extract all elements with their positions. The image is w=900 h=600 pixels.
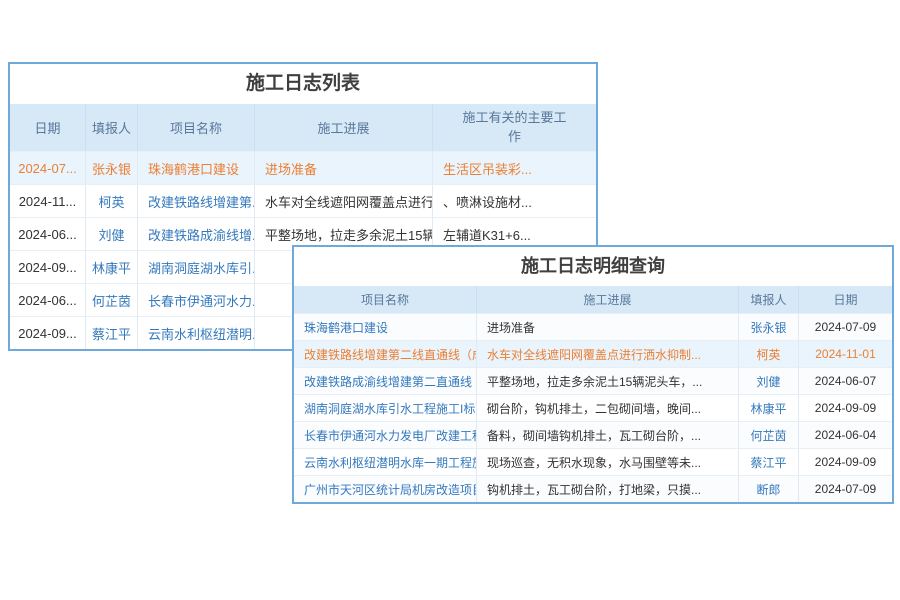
reporter-link[interactable]: 柯英 — [739, 341, 799, 367]
cell-progress: 钩机排土，瓦工砌台阶，打地梁，只摸... — [477, 476, 739, 502]
header-main-work: 施工有关的主要工作 — [433, 104, 596, 151]
log-list-header-row: 日期 填报人 项目名称 施工进展 施工有关的主要工作 — [10, 104, 596, 151]
cell-date: 2024-06... — [10, 218, 86, 250]
cell-date: 2024-09... — [10, 251, 86, 283]
cell-date: 2024-06... — [10, 284, 86, 316]
table-row[interactable]: 广州市天河区统计局机房改造项目 钩机排土，瓦工砌台阶，打地梁，只摸... 断郎 … — [294, 475, 892, 502]
table-row[interactable]: 云南水利枢纽潜明水库一期工程施工I标 现场巡查，无积水现象，水马围壁等未... … — [294, 448, 892, 475]
project-link[interactable]: 长春市伊通河水力发电厂改建工程 — [294, 422, 477, 448]
project-link[interactable]: 广州市天河区统计局机房改造项目 — [294, 476, 477, 502]
cell-progress: 现场巡查，无积水现象，水马围壁等未... — [477, 449, 739, 475]
project-link[interactable]: 珠海鹤港口建设 — [294, 314, 477, 340]
header-date: 日期 — [799, 286, 892, 313]
cell-date: 2024-06-04 — [799, 422, 892, 448]
reporter-link[interactable]: 刘健 — [739, 368, 799, 394]
cell-progress: 水车对全线遮阳网覆盖点进行洒... — [255, 185, 433, 217]
cell-date: 2024-11... — [10, 185, 86, 217]
header-reporter: 填报人 — [739, 286, 799, 313]
header-date: 日期 — [10, 104, 86, 151]
cell-main-work: 生活区吊装彩... — [433, 152, 596, 184]
reporter-link[interactable]: 林康平 — [739, 395, 799, 421]
cell-progress: 平整场地，拉走多余泥土15辆泥头车，... — [477, 368, 739, 394]
project-link[interactable]: 改建铁路线增建第二线直通线（成都-西 — [294, 341, 477, 367]
project-link[interactable]: 改建铁路线增建第... — [138, 185, 255, 217]
cell-progress: 进场准备 — [255, 152, 433, 184]
cell-progress: 进场准备 — [477, 314, 739, 340]
cell-date: 2024-06-07 — [799, 368, 892, 394]
header-reporter: 填报人 — [86, 104, 138, 151]
table-row[interactable]: 2024-11... 柯英 改建铁路线增建第... 水车对全线遮阳网覆盖点进行洒… — [10, 184, 596, 217]
project-link[interactable]: 云南水利枢纽潜明... — [138, 317, 255, 349]
cell-date: 2024-07-09 — [799, 476, 892, 502]
header-project: 项目名称 — [294, 286, 477, 313]
reporter-link[interactable]: 何芷茵 — [86, 284, 138, 316]
cell-date: 2024-09... — [10, 317, 86, 349]
cell-date: 2024-11-01 — [799, 341, 892, 367]
reporter-link[interactable]: 林康平 — [86, 251, 138, 283]
header-progress: 施工进展 — [255, 104, 433, 151]
cell-progress: 水车对全线遮阳网覆盖点进行洒水抑制... — [477, 341, 739, 367]
cell-progress: 砌台阶，钩机排土，二包砌间墙，晚间... — [477, 395, 739, 421]
cell-date: 2024-07... — [10, 152, 86, 184]
reporter-link[interactable]: 张永银 — [739, 314, 799, 340]
reporter-link[interactable]: 何芷茵 — [739, 422, 799, 448]
table-row[interactable]: 改建铁路线增建第二线直通线（成都-西 水车对全线遮阳网覆盖点进行洒水抑制... … — [294, 340, 892, 367]
reporter-link[interactable]: 张永银 — [86, 152, 138, 184]
cell-date: 2024-09-09 — [799, 449, 892, 475]
project-link[interactable]: 改建铁路成渝线增建第二直通线（成渝 — [294, 368, 477, 394]
cell-main-work: 、喷淋设施材... — [433, 185, 596, 217]
header-project: 项目名称 — [138, 104, 255, 151]
table-row[interactable]: 湖南洞庭湖水库引水工程施工I标 砌台阶，钩机排土，二包砌间墙，晚间... 林康平… — [294, 394, 892, 421]
project-link[interactable]: 湖南洞庭湖水库引... — [138, 251, 255, 283]
construction-log-detail-panel: 施工日志明细查询 项目名称 施工进展 填报人 日期 珠海鹤港口建设 进场准备 张… — [292, 245, 894, 504]
reporter-link[interactable]: 柯英 — [86, 185, 138, 217]
table-row[interactable]: 珠海鹤港口建设 进场准备 张永银 2024-07-09 — [294, 313, 892, 340]
project-link[interactable]: 改建铁路成渝线增... — [138, 218, 255, 250]
table-row[interactable]: 改建铁路成渝线增建第二直通线（成渝 平整场地，拉走多余泥土15辆泥头车，... … — [294, 367, 892, 394]
project-link[interactable]: 长春市伊通河水力... — [138, 284, 255, 316]
reporter-link[interactable]: 蔡江平 — [739, 449, 799, 475]
project-link[interactable]: 珠海鹤港口建设 — [138, 152, 255, 184]
table-row[interactable]: 长春市伊通河水力发电厂改建工程 备料，砌间墙钩机排土，瓦工砌台阶，... 何芷茵… — [294, 421, 892, 448]
log-list-title: 施工日志列表 — [10, 64, 596, 104]
table-row[interactable]: 2024-07... 张永银 珠海鹤港口建设 进场准备 生活区吊装彩... — [10, 151, 596, 184]
reporter-link[interactable]: 刘健 — [86, 218, 138, 250]
cell-progress: 备料，砌间墙钩机排土，瓦工砌台阶，... — [477, 422, 739, 448]
header-progress: 施工进展 — [477, 286, 739, 313]
header-main-work-label: 施工有关的主要工作 — [463, 109, 567, 147]
detail-title: 施工日志明细查询 — [294, 247, 892, 286]
project-link[interactable]: 云南水利枢纽潜明水库一期工程施工I标 — [294, 449, 477, 475]
detail-header-row: 项目名称 施工进展 填报人 日期 — [294, 286, 892, 313]
cell-date: 2024-07-09 — [799, 314, 892, 340]
reporter-link[interactable]: 断郎 — [739, 476, 799, 502]
reporter-link[interactable]: 蔡江平 — [86, 317, 138, 349]
project-link[interactable]: 湖南洞庭湖水库引水工程施工I标 — [294, 395, 477, 421]
cell-date: 2024-09-09 — [799, 395, 892, 421]
